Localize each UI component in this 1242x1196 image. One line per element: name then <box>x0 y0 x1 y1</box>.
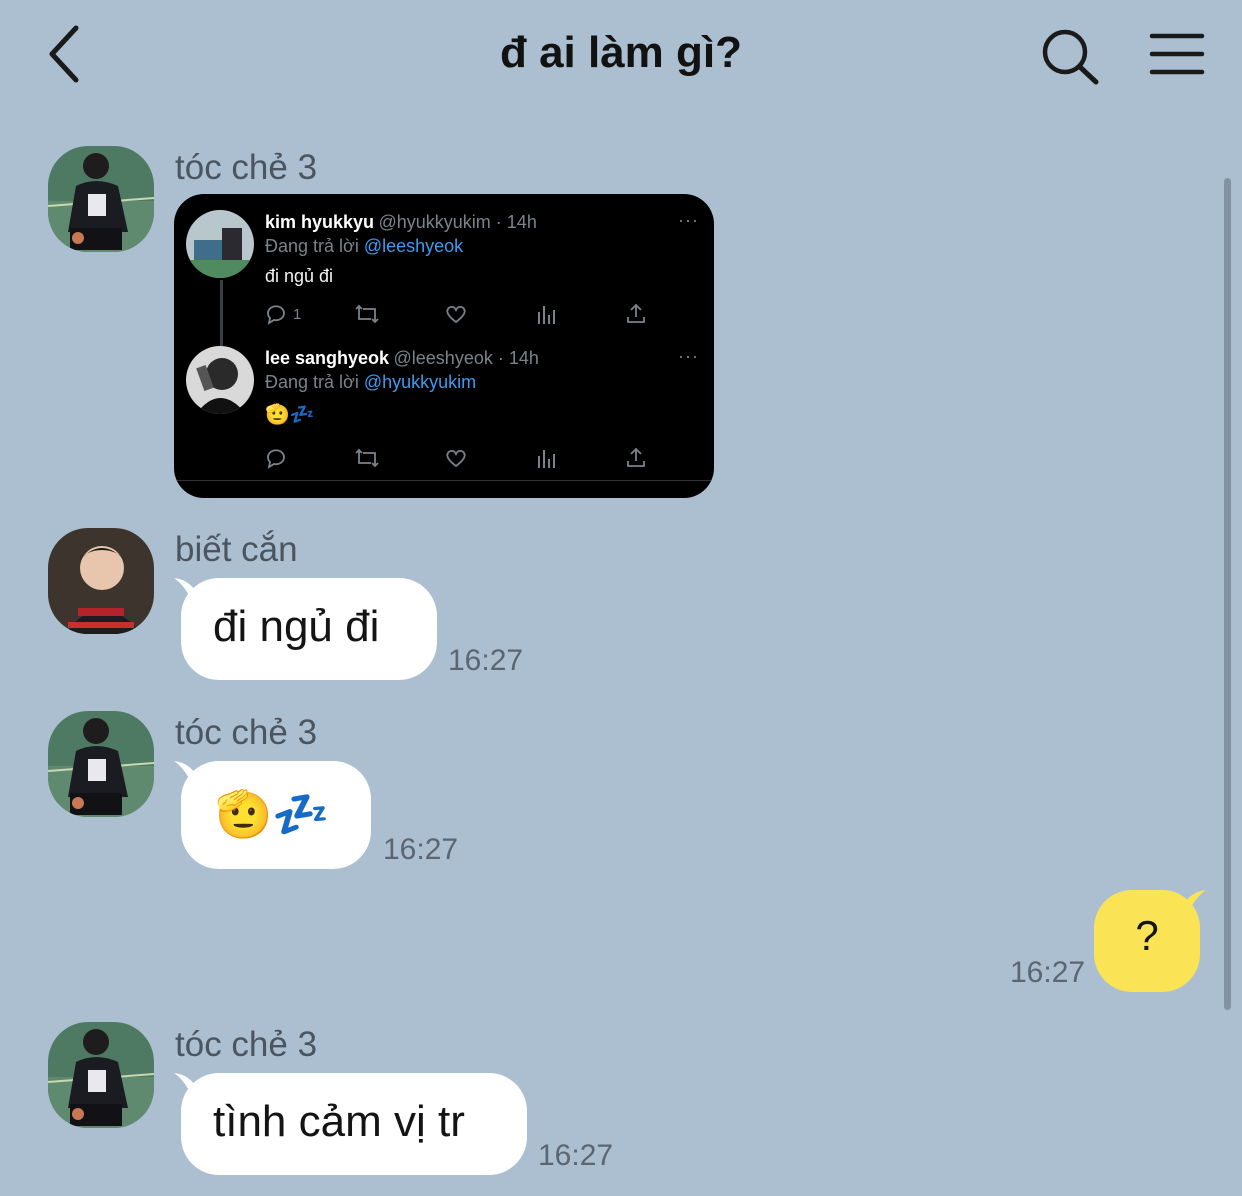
message-time: 16:27 <box>538 1139 614 1172</box>
more-icon[interactable]: ··· <box>678 210 699 231</box>
tweet-text: 🫡💤 <box>265 404 315 426</box>
message-text: đi ngủ đi <box>213 602 380 651</box>
message-bubble[interactable]: đi ngủ đi <box>181 578 437 680</box>
sender-name: tóc chẻ 3 <box>175 148 318 187</box>
reply-mention-link[interactable]: @leeshyeok <box>364 236 463 256</box>
share-icon[interactable] <box>624 446 648 470</box>
more-icon[interactable]: ··· <box>678 346 699 367</box>
views-icon[interactable] <box>536 446 556 470</box>
tweet-text: đi ngủ đi <box>265 266 334 286</box>
tweet-avatar <box>186 210 254 278</box>
scrollbar[interactable] <box>1224 178 1231 1010</box>
reply-icon[interactable] <box>264 302 288 326</box>
divider <box>174 480 714 481</box>
message-time: 16:27 <box>383 833 459 866</box>
sender-avatar[interactable] <box>48 528 154 634</box>
tweet-avatar <box>186 346 254 414</box>
reply-icon[interactable] <box>264 446 288 470</box>
message-text: tình cảm vị tr <box>213 1097 465 1146</box>
share-icon[interactable] <box>624 302 648 326</box>
like-icon[interactable] <box>444 446 468 470</box>
tweet-author-handle: @hyukkyukim · 14h <box>378 212 537 232</box>
bubble-tail <box>1178 890 1206 918</box>
tweet-author-name: kim hyukkyu <box>265 212 375 232</box>
hamburger-menu-icon[interactable] <box>1146 26 1208 82</box>
sender-name: tóc chẻ 3 <box>175 1025 318 1064</box>
sender-avatar[interactable] <box>48 711 154 817</box>
retweet-icon[interactable] <box>354 302 380 326</box>
sender-name: biết cắn <box>175 530 298 569</box>
sender-avatar[interactable] <box>48 146 154 252</box>
reply-prefix: Đang trả lời <box>265 236 359 256</box>
thread-connector <box>220 280 223 346</box>
message-text: ? <box>1135 912 1159 959</box>
like-icon[interactable] <box>444 302 468 326</box>
retweet-icon[interactable] <box>354 446 380 470</box>
tweet-author-name: lee sanghyeok <box>265 348 390 368</box>
message-time: 16:27 <box>448 644 524 677</box>
reply-prefix: Đang trả lời <box>265 372 359 392</box>
message-bubble[interactable]: tình cảm vị tr <box>181 1073 527 1175</box>
message-text: 🫡💤 <box>215 788 330 840</box>
reply-mention-link[interactable]: @hyukkyukim <box>364 372 476 392</box>
search-icon[interactable] <box>1038 26 1102 86</box>
sender-name: tóc chẻ 3 <box>175 713 318 752</box>
views-icon[interactable] <box>536 302 556 326</box>
tweet-screenshot-image[interactable]: kim hyukkyu @hyukkyukim · 14h ··· Đang t… <box>174 194 714 498</box>
reply-count: 1 <box>293 306 302 323</box>
sender-avatar[interactable] <box>48 1022 154 1128</box>
message-bubble[interactable]: 🫡💤 <box>181 761 371 869</box>
tweet-author-handle: @leeshyeok · 14h <box>393 348 539 368</box>
message-time: 16:27 <box>1010 956 1086 989</box>
